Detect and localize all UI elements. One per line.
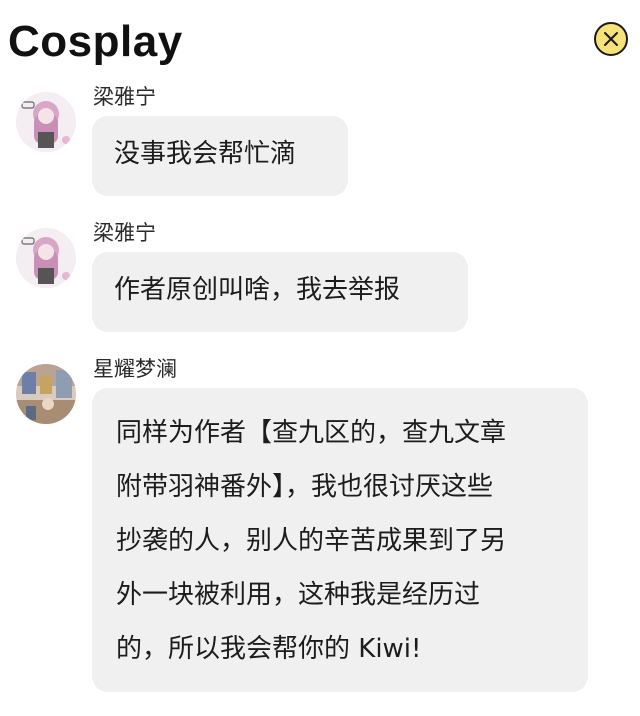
header: Cosplay bbox=[0, 0, 640, 80]
message-bubble[interactable]: 没事我会帮忙滴 bbox=[92, 116, 348, 196]
close-button[interactable] bbox=[594, 22, 628, 56]
sender-name: 梁雅宁 bbox=[93, 221, 156, 245]
message-line: 外一块被利用，这种我是经历过 bbox=[116, 580, 481, 610]
sender-name: 梁雅宁 bbox=[93, 85, 156, 109]
avatar[interactable] bbox=[16, 228, 76, 288]
anime-girl-avatar-icon bbox=[16, 92, 76, 152]
message-bubble[interactable]: 同样为作者【查九区的，查九文章 附带羽神番外】，我也很讨厌这些 抄袭的人，别人的… bbox=[92, 388, 588, 692]
message-line: 抄袭的人，别人的辛苦成果到了另 bbox=[116, 526, 507, 556]
anime-girl-avatar-icon bbox=[16, 228, 76, 288]
message-text: 作者原创叫啥，我去举报 bbox=[114, 275, 401, 305]
message-bubble[interactable]: 作者原创叫啥，我去举报 bbox=[92, 252, 468, 332]
sender-name: 星耀梦澜 bbox=[93, 357, 177, 381]
room-scene-avatar-icon bbox=[16, 364, 76, 424]
message-line: 同样为作者【查九区的，查九文章 bbox=[116, 418, 507, 448]
close-icon bbox=[604, 32, 618, 46]
message-text: 没事我会帮忙滴 bbox=[114, 139, 297, 169]
avatar[interactable] bbox=[16, 92, 76, 152]
message-line: 附带羽神番外】，我也很讨厌这些 bbox=[116, 472, 494, 502]
page-title: Cosplay bbox=[8, 17, 183, 66]
message-line: 的，所以我会帮你的 Kiwi! bbox=[116, 634, 422, 664]
avatar[interactable] bbox=[16, 364, 76, 424]
